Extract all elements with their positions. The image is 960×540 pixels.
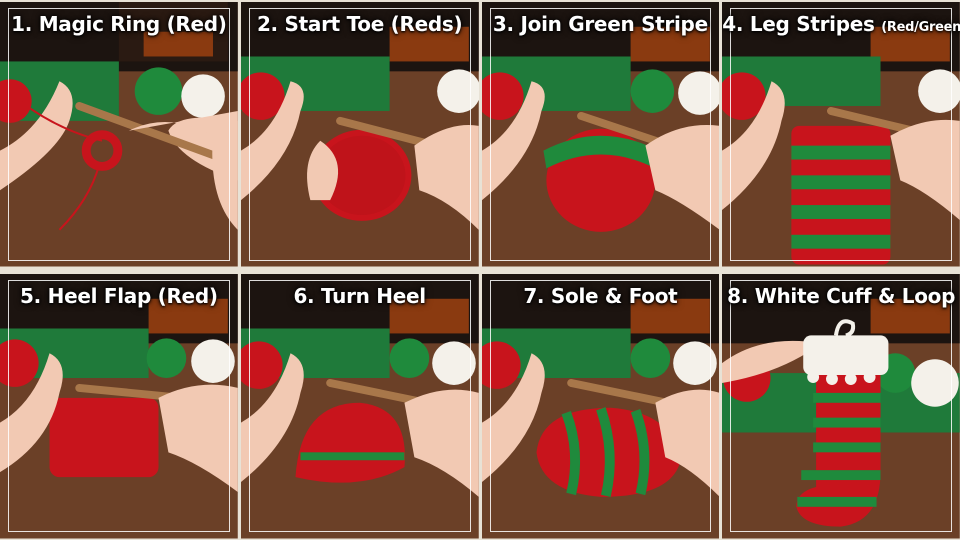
step-5-title: 5. Heel Flap (Red)	[20, 283, 218, 308]
step-1-photo	[0, 2, 238, 267]
step-2-photo	[240, 2, 479, 267]
step-4-striped-leg	[791, 125, 891, 265]
step-6-title: 6. Turn Heel	[293, 283, 426, 308]
step-7-photo	[481, 273, 720, 538]
step-panel-4: 4. Leg Stripes (Red/Green)	[722, 0, 960, 269]
step-4-photo	[722, 2, 960, 267]
step-3-title: 3. Join Green Stripe	[492, 12, 708, 36]
step-2-title: 2. Start Toe (Reds)	[256, 12, 463, 36]
step-8-title: 8. White Cuff & Loop	[727, 283, 956, 308]
step-6-photo	[240, 273, 479, 538]
step-8-photo	[722, 273, 960, 538]
step-7-title: 7. Sole & Foot	[523, 283, 678, 308]
step-panel-3: 3. Join Green Stripe	[481, 0, 720, 269]
step-panel-5: 5. Heel Flap (Red)	[0, 272, 238, 540]
step-4-title: 4. Leg Stripes (Red/Green)	[722, 12, 960, 36]
step-3-photo	[481, 2, 720, 267]
step-5-photo	[0, 273, 238, 538]
tutorial-grid: 1. Magic Ring (Red) 2. Start Toe (Reds)	[0, 0, 960, 540]
step-panel-8: 8. White Cuff & Loop	[722, 272, 960, 540]
step-panel-7: 7. Sole & Foot	[481, 272, 720, 540]
step-1-title: 1. Magic Ring (Red)	[11, 12, 227, 36]
step-panel-1: 1. Magic Ring (Red)	[0, 0, 238, 269]
step-panel-2: 2. Start Toe (Reds)	[240, 0, 479, 269]
step-panel-6: 6. Turn Heel	[240, 272, 479, 540]
